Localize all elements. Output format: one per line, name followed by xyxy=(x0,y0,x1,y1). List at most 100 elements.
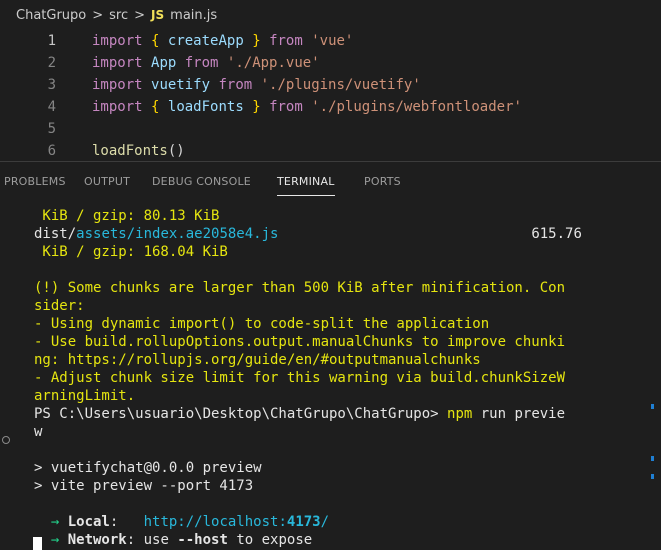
code-token: import xyxy=(92,99,143,115)
code-token: './App.vue' xyxy=(226,55,320,71)
terminal[interactable]: KiB / gzip: 80.13 KiB dist/assets/index.a… xyxy=(0,200,661,550)
code-token: from xyxy=(269,99,303,115)
chevron-right-icon: > xyxy=(134,7,146,23)
code-text: import { createApp } from 'vue' xyxy=(92,30,353,52)
terminal-text: : use xyxy=(126,532,178,548)
terminal-text: npm xyxy=(447,406,473,422)
scrollbar-marker xyxy=(651,474,654,479)
terminal-text: sider: xyxy=(34,298,85,314)
terminal-line: → Network: use --host to expose xyxy=(34,531,312,549)
terminal-text: arningLimit. xyxy=(34,388,136,404)
code-line[interactable]: 5 xyxy=(0,118,661,140)
terminal-text: KiB / gzip: 168.04 KiB xyxy=(34,244,228,260)
breadcrumb-folder[interactable]: ChatGrupo xyxy=(16,8,86,23)
terminal-line: - Use build.rollupOptions.output.manualC… xyxy=(34,333,565,351)
terminal-link-text[interactable]: assets/index.ae2058e4.js xyxy=(76,226,278,242)
terminal-line: w xyxy=(34,423,42,441)
breadcrumb: ChatGrupo > src > JS main.js xyxy=(0,0,661,30)
panel-tabs: PROBLEMS OUTPUT DEBUG CONSOLE TERMINAL PORTS xyxy=(0,162,661,200)
vscode-window: ChatGrupo > src > JS main.js 1 import { c… xyxy=(0,0,661,550)
terminal-line: - Adjust chunk size limit for this warni… xyxy=(34,369,565,387)
terminal-text: Local xyxy=(67,514,110,530)
javascript-file-icon: JS xyxy=(151,8,165,22)
terminal-text: KiB / gzip: 80.13 KiB xyxy=(34,208,220,224)
code-token: loadFonts xyxy=(167,99,244,115)
code-token: 'vue' xyxy=(311,33,354,49)
terminal-line: KiB / gzip: 80.13 KiB xyxy=(34,207,219,225)
terminal-text: run previe xyxy=(472,406,566,422)
line-number: 2 xyxy=(47,55,56,71)
code-text: import App from './App.vue' xyxy=(92,52,320,74)
terminal-line: > vuetifychat@0.0.0 preview xyxy=(34,459,262,477)
terminal-text: : xyxy=(109,514,144,530)
line-number: 3 xyxy=(47,77,56,93)
tab-debug-console[interactable]: DEBUG CONSOLE xyxy=(152,175,251,188)
terminal-link-text[interactable]: / xyxy=(321,514,329,530)
code-token: () xyxy=(167,143,185,159)
terminal-text: → xyxy=(34,514,68,530)
terminal-text: - Adjust chunk size limit for this warni… xyxy=(34,370,566,386)
code-token: from xyxy=(184,55,219,71)
terminal-text: (!) Some chunks are larger than 500 KiB … xyxy=(34,280,566,296)
terminal-link-text[interactable]: http://localhost: xyxy=(144,514,287,530)
line-number: 6 xyxy=(47,143,56,159)
code-line[interactable]: 4 import { loadFonts } from './plugins/we… xyxy=(0,96,661,118)
terminal-text: --host xyxy=(177,532,228,548)
code-token: createApp xyxy=(167,33,244,49)
code-token: './plugins/vuetify' xyxy=(260,77,421,93)
terminal-line: arningLimit. xyxy=(34,387,135,405)
code-token: } xyxy=(252,33,261,49)
code-line[interactable]: 1 import { createApp } from 'vue' xyxy=(0,30,661,52)
scrollbar-marker xyxy=(651,404,654,409)
code-editor[interactable]: 1 import { createApp } from 'vue' 2 import … xyxy=(0,30,661,161)
code-token: import xyxy=(92,77,143,93)
terminal-text: to expose xyxy=(227,532,313,548)
terminal-text: > vuetifychat@0.0.0 preview xyxy=(34,460,262,476)
code-token: import xyxy=(92,55,143,71)
code-token: } xyxy=(252,99,261,115)
terminal-line: > vite preview --port 4173 xyxy=(34,477,253,495)
terminal-text: PS C:\Users\usuario\Desktop\ChatGrupo\Ch… xyxy=(34,406,448,422)
code-line[interactable]: 2 import App from './App.vue' xyxy=(0,52,661,74)
terminal-line: sider: xyxy=(34,297,85,315)
code-text: loadFonts() xyxy=(92,140,185,161)
tab-problems[interactable]: PROBLEMS xyxy=(4,175,66,188)
terminal-link-text[interactable]: 4173 xyxy=(287,514,321,530)
terminal-text: - Use build.rollupOptions.output.manualC… xyxy=(34,334,566,350)
terminal-line: - Using dynamic import() to code-split t… xyxy=(34,315,489,333)
tab-ports[interactable]: PORTS xyxy=(364,175,401,188)
tab-terminal[interactable]: TERMINAL xyxy=(277,175,335,196)
breadcrumb-file[interactable]: main.js xyxy=(170,8,217,23)
code-token: from xyxy=(269,33,303,49)
command-decoration-icon[interactable] xyxy=(2,436,10,444)
terminal-text: dist/ xyxy=(34,226,77,242)
terminal-text: Network xyxy=(67,532,127,548)
code-line[interactable]: 6 loadFonts() xyxy=(0,140,661,161)
code-line[interactable]: 3 import vuetify from './plugins/vuetify' xyxy=(0,74,661,96)
terminal-line: KiB / gzip: 168.04 KiB xyxy=(34,243,228,261)
chevron-right-icon: > xyxy=(92,7,104,23)
terminal-text: ng: https://rollupjs.org/guide/en/#outpu… xyxy=(34,352,481,368)
terminal-text: > vite preview --port 4173 xyxy=(34,478,254,494)
code-text: import { loadFonts } from './plugins/web… xyxy=(92,96,522,118)
code-token: vuetify xyxy=(151,77,211,93)
terminal-line: ng: https://rollupjs.org/guide/en/#outpu… xyxy=(34,351,481,369)
tab-output[interactable]: OUTPUT xyxy=(84,175,130,188)
breadcrumb-subfolder[interactable]: src xyxy=(109,8,128,23)
code-token: './plugins/webfontloader' xyxy=(311,99,522,115)
code-token: App xyxy=(151,55,177,71)
terminal-cursor xyxy=(33,537,42,550)
line-number: 4 xyxy=(47,99,56,115)
line-number: 5 xyxy=(47,121,56,137)
